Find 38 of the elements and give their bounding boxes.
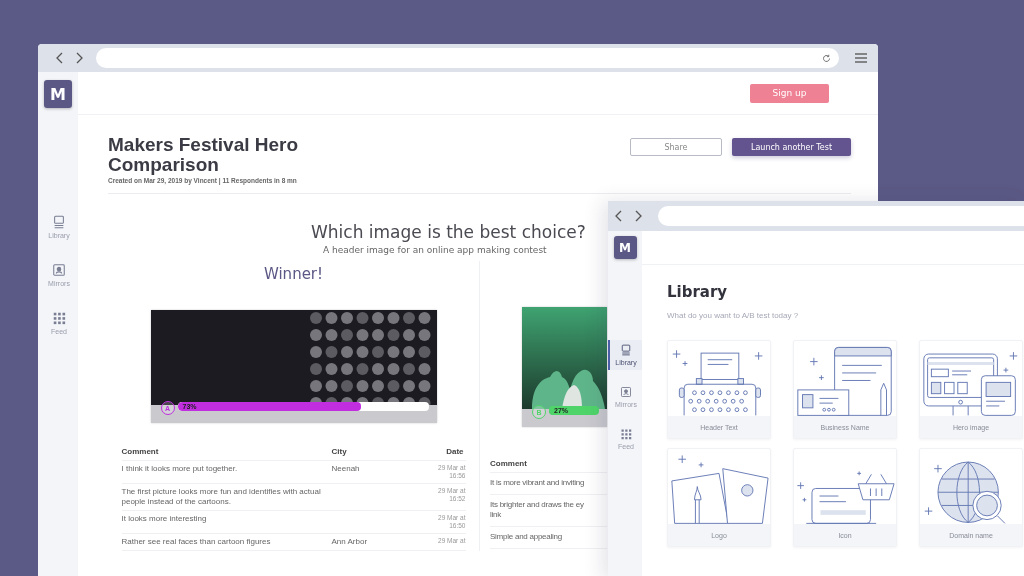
table-cell: Rather see real faces than cartoon figures <box>121 533 332 551</box>
sign-up-button[interactable]: Sign up <box>750 83 829 103</box>
page-subtitle: What do you want to A/B test today ? <box>667 311 800 320</box>
table-cell: The first picture looks more fun and identifies with actual people instead of the cartoons. <box>121 483 332 511</box>
back-icon[interactable] <box>55 52 65 64</box>
column-header: Date <box>421 445 466 461</box>
table-cell: Neenah <box>331 460 422 484</box>
reload-icon[interactable] <box>822 53 831 63</box>
column-header: Comment <box>490 457 607 473</box>
page-title: Makers Festival Hero Comparison <box>108 135 300 175</box>
column-header: Comment <box>121 445 332 461</box>
page-title: Library <box>667 283 729 301</box>
table-cell: It is more vibrant and inviting <box>490 472 607 495</box>
grid-icon <box>620 428 632 440</box>
table-cell: Ann Arbor <box>331 533 422 551</box>
address-field[interactable] <box>96 48 839 68</box>
share-button[interactable]: Share <box>630 138 722 156</box>
portrait-icon <box>620 386 632 398</box>
grid-icon <box>52 311 66 325</box>
table-cell: Its brighter and draws the ey link <box>490 494 607 527</box>
monitor-icon <box>52 215 66 229</box>
table-cell: I think it looks more put together. <box>121 460 332 484</box>
logo[interactable]: M <box>613 236 637 259</box>
table-cell: It looks more interesting <box>121 510 332 534</box>
portrait-icon <box>52 263 66 277</box>
launch-button[interactable]: Launch another Test <box>732 138 851 156</box>
address-field[interactable] <box>658 206 1024 226</box>
question-heading: Which image is the best choice? <box>311 222 586 242</box>
table-cell: Simple and appealing <box>490 526 607 549</box>
monitor-icon <box>620 344 632 356</box>
column-header: City <box>331 445 422 461</box>
forward-icon[interactable] <box>633 210 643 222</box>
winner-label: Winner! <box>263 265 324 285</box>
forward-icon[interactable] <box>74 52 84 64</box>
back-icon[interactable] <box>614 210 624 222</box>
question-subtitle: A header image for an online app making contest <box>323 245 547 255</box>
menu-icon[interactable] <box>854 52 868 64</box>
logo[interactable]: M <box>44 80 72 108</box>
